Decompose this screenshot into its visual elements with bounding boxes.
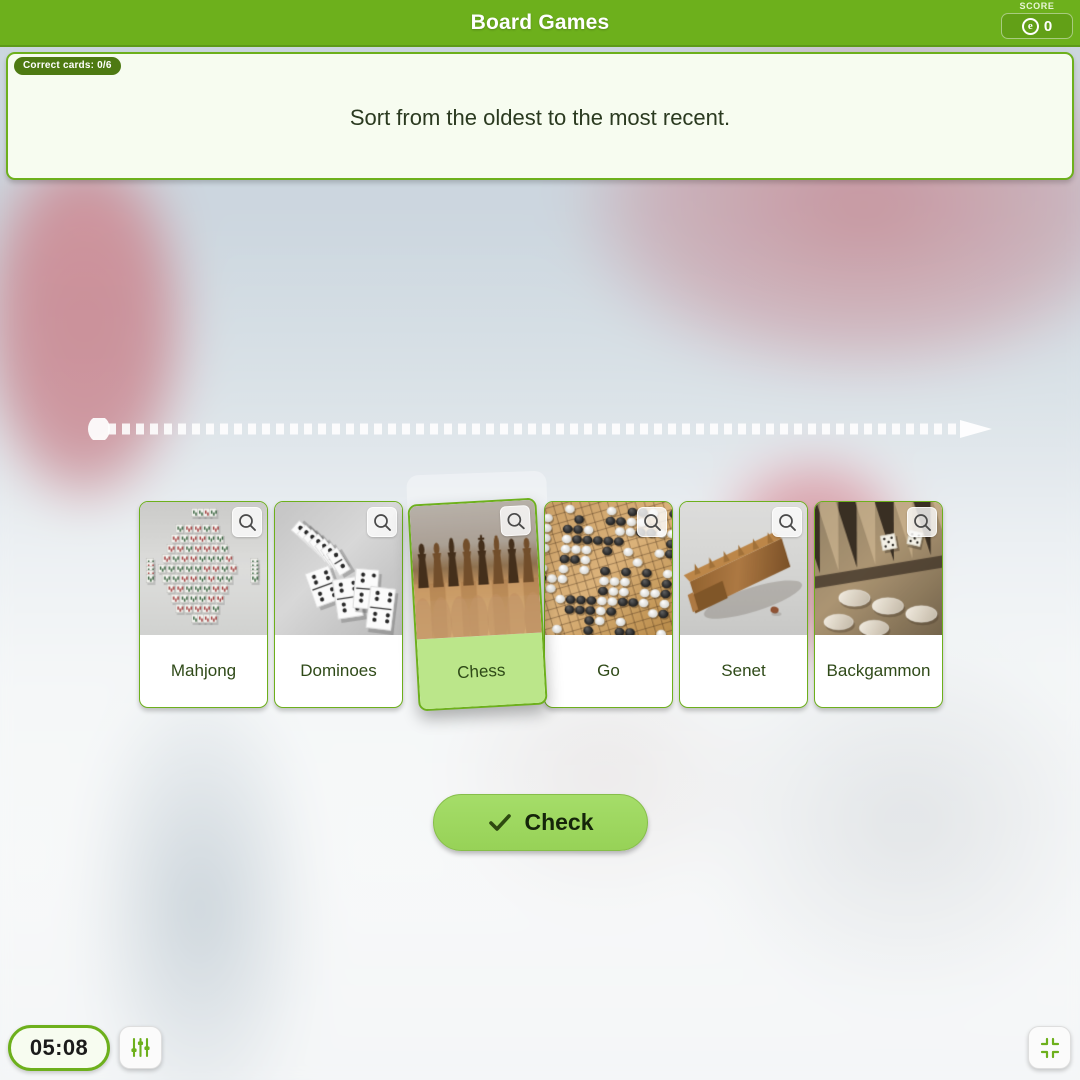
magnifier-icon[interactable] bbox=[637, 507, 667, 537]
game-screen: Board Games SCORE e 0 Correct cards: 0/6… bbox=[0, 0, 1080, 1080]
timer-display: 05:08 bbox=[8, 1025, 110, 1071]
card-thumbnail bbox=[545, 502, 672, 635]
page-title: Board Games bbox=[470, 11, 610, 34]
card-thumbnail bbox=[409, 499, 542, 640]
checkmark-icon bbox=[489, 813, 512, 831]
coin-icon: e bbox=[1021, 17, 1039, 35]
card-thumbnail bbox=[140, 502, 267, 635]
card-label: Dominoes bbox=[300, 661, 377, 680]
sliders-icon bbox=[131, 1037, 150, 1058]
correct-cards-badge: Correct cards: 0/6 bbox=[14, 57, 121, 75]
magnifier-icon[interactable] bbox=[232, 507, 262, 537]
timer-value: 05:08 bbox=[29, 1035, 89, 1060]
card-label: Mahjong bbox=[170, 661, 237, 680]
card-chess-dragging[interactable]: Chess bbox=[407, 497, 548, 712]
card-senet[interactable]: Senet bbox=[679, 501, 808, 708]
instruction-panel: Correct cards: 0/6 Sort from the oldest … bbox=[6, 52, 1074, 180]
card-mahjong[interactable]: Mahjong bbox=[139, 501, 268, 708]
exit-fullscreen-button[interactable] bbox=[1028, 1026, 1071, 1069]
score-area: SCORE e 0 bbox=[1001, 1, 1073, 39]
timeline-arrow bbox=[88, 416, 994, 442]
card-thumbnail bbox=[275, 502, 402, 635]
score-badge: e 0 bbox=[1001, 13, 1073, 39]
card-label: Go bbox=[597, 661, 620, 680]
magnifier-icon[interactable] bbox=[499, 504, 532, 537]
score-value: 0 bbox=[1043, 17, 1053, 35]
card-backgammon[interactable]: Backgammon bbox=[814, 501, 943, 708]
top-header-bar: Board Games SCORE e 0 bbox=[0, 0, 1080, 47]
instruction-text: Sort from the oldest to the most recent. bbox=[349, 105, 731, 130]
card-label: Chess bbox=[416, 632, 546, 712]
card-label: Backgammon bbox=[826, 661, 931, 680]
card-dominoes[interactable]: Dominoes bbox=[274, 501, 403, 708]
magnifier-icon[interactable] bbox=[772, 507, 802, 537]
card-thumbnail bbox=[680, 502, 807, 635]
check-button-label: Check bbox=[524, 809, 594, 835]
settings-button[interactable] bbox=[119, 1026, 162, 1069]
exit-fullscreen-icon bbox=[1040, 1037, 1059, 1058]
magnifier-icon[interactable] bbox=[907, 507, 937, 537]
card-label: Senet bbox=[721, 661, 766, 680]
check-button[interactable]: Check bbox=[433, 794, 648, 851]
timeline-arrow-svg bbox=[88, 416, 992, 442]
card-thumbnail bbox=[815, 502, 942, 635]
magnifier-icon[interactable] bbox=[367, 507, 397, 537]
score-label: SCORE bbox=[1019, 1, 1055, 11]
card-go[interactable]: Go bbox=[544, 501, 673, 708]
